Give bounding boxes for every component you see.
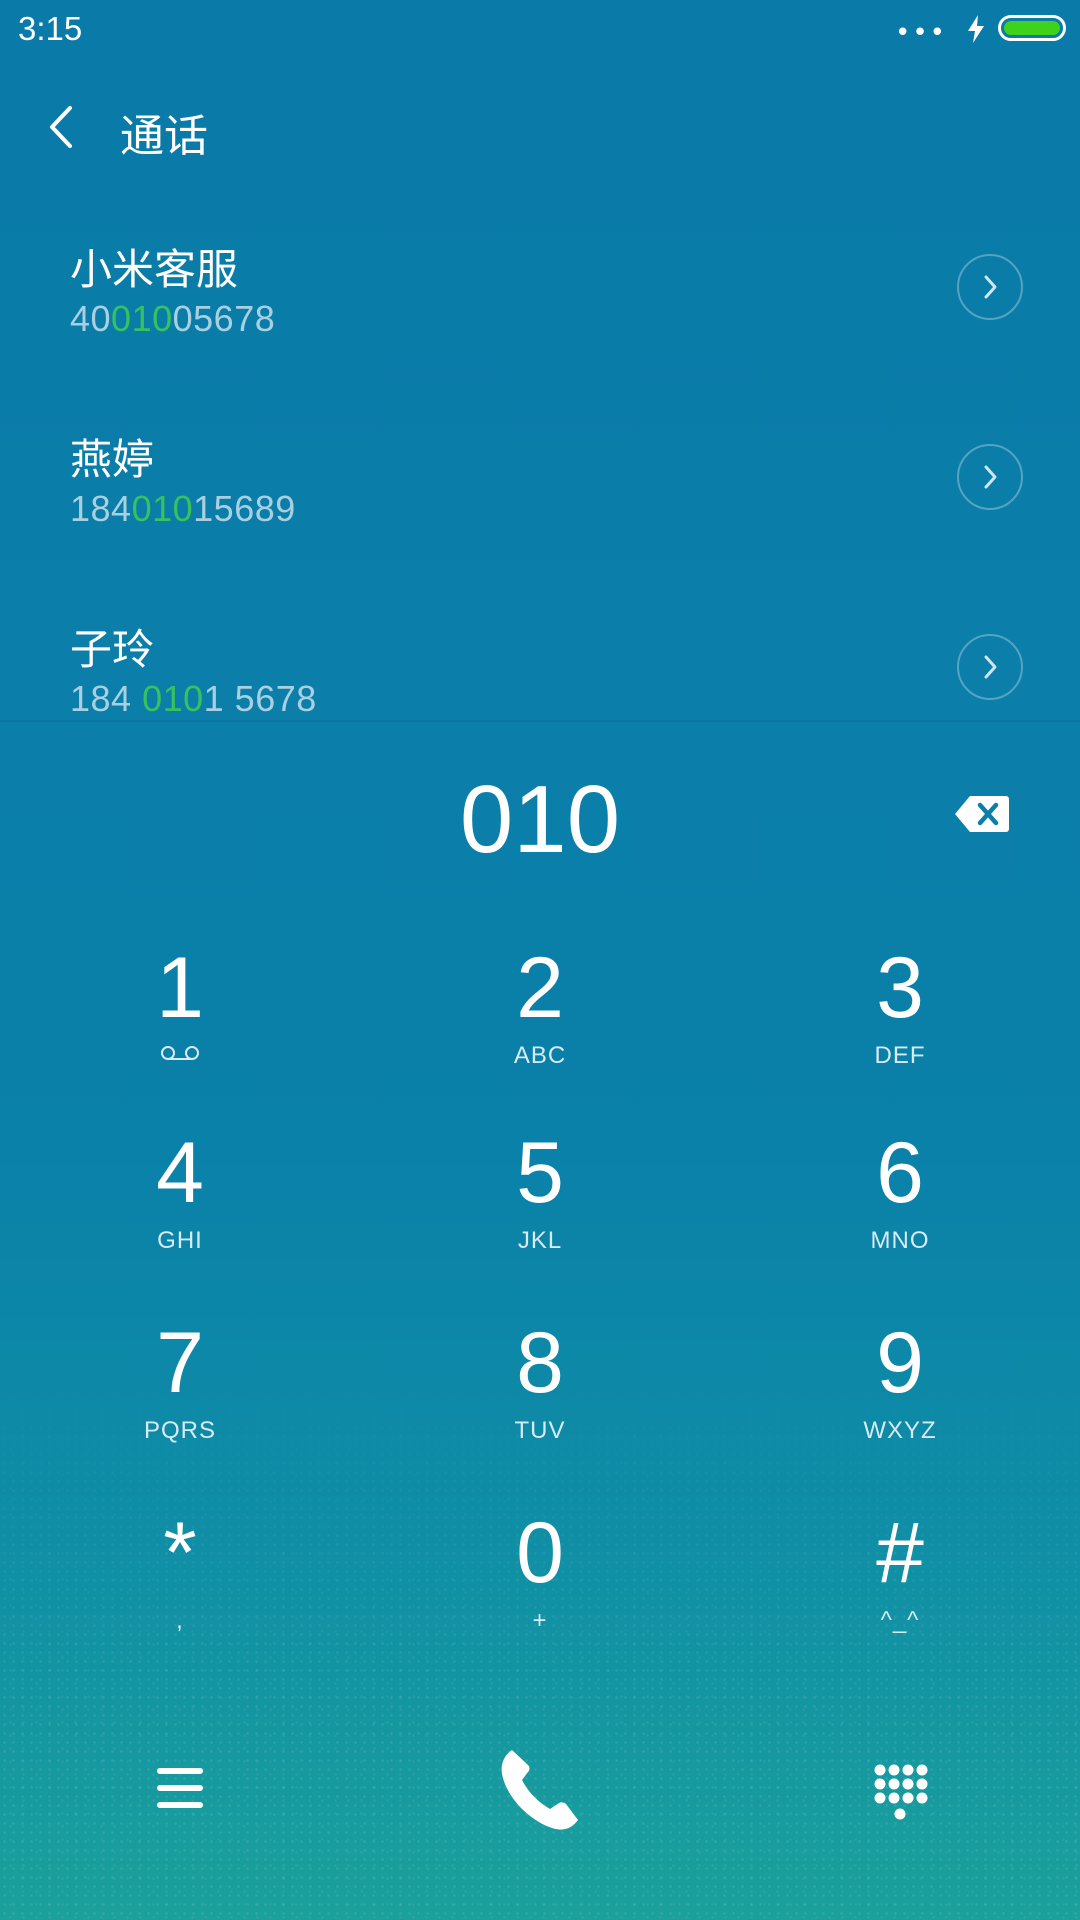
key-letters: PQRS xyxy=(143,1417,216,1444)
match-highlight: 010 xyxy=(142,678,204,719)
key-digit: 3 xyxy=(876,940,924,1036)
key-letters: TUV xyxy=(514,1417,566,1444)
dialed-number: 010 xyxy=(459,766,621,873)
phone-call-icon xyxy=(501,1750,578,1830)
divider xyxy=(0,720,1080,722)
contact-number: 18401015689 xyxy=(70,488,296,529)
contact-detail-button[interactable] xyxy=(957,634,1023,700)
key-6[interactable]: 6 MNO xyxy=(750,1125,1050,1295)
key-letters: MNO xyxy=(870,1227,930,1254)
key-0[interactable]: 0 + xyxy=(390,1505,690,1675)
key-hash[interactable]: # ^_^ xyxy=(750,1505,1050,1675)
more-dots-icon: ••• xyxy=(894,18,947,48)
key-digit: 7 xyxy=(156,1315,204,1411)
key-8[interactable]: 8 TUV xyxy=(390,1315,690,1485)
page-title: 通话 xyxy=(120,111,208,162)
key-letters: + xyxy=(532,1607,548,1634)
contact-number: 4001005678 xyxy=(70,298,276,339)
voicemail-icon xyxy=(30,1042,330,1070)
battery-icon xyxy=(998,15,1066,41)
key-7[interactable]: 7 PQRS xyxy=(30,1315,330,1485)
contact-detail-button[interactable] xyxy=(957,444,1023,510)
delete-button[interactable] xyxy=(954,794,1010,834)
contact-number: 184 0101 5678 xyxy=(70,678,317,719)
key-letters: GHI xyxy=(157,1227,203,1254)
key-letters: , xyxy=(176,1607,184,1634)
key-3[interactable]: 3 DEF xyxy=(750,940,1050,1110)
key-digit: 5 xyxy=(516,1125,564,1221)
backspace-icon xyxy=(955,796,1009,832)
key-digit: # xyxy=(876,1505,924,1601)
chevron-right-icon xyxy=(984,465,997,489)
key-star[interactable]: * , xyxy=(30,1505,330,1675)
menu-icon xyxy=(157,1768,203,1808)
dial-input-row: 010 xyxy=(0,760,1080,880)
key-digit: 9 xyxy=(876,1315,924,1411)
contact-name: 小米客服 xyxy=(70,245,239,294)
key-digit: 4 xyxy=(156,1125,204,1221)
contact-name: 燕婷 xyxy=(70,435,155,484)
key-letters: WXYZ xyxy=(863,1417,937,1444)
dialpad-toggle-button[interactable] xyxy=(872,1762,928,1824)
contact-suggestions: 小米客服 4001005678 燕婷 18401015689 子玲 184 01… xyxy=(0,200,1080,720)
key-digit: 1 xyxy=(156,940,204,1036)
key-digit: 2 xyxy=(516,940,564,1036)
header: 通话 xyxy=(0,86,1080,170)
call-button[interactable] xyxy=(490,1740,590,1840)
key-digit: 0 xyxy=(516,1505,564,1601)
status-time: 3:15 xyxy=(18,10,83,47)
key-9[interactable]: 9 WXYZ xyxy=(750,1315,1050,1485)
key-digit: * xyxy=(163,1505,197,1601)
key-letters: JKL xyxy=(517,1227,563,1254)
key-2[interactable]: 2 ABC xyxy=(390,940,690,1110)
key-5[interactable]: 5 JKL xyxy=(390,1125,690,1295)
key-letters: ^_^ xyxy=(880,1607,920,1634)
key-digit: 6 xyxy=(876,1125,924,1221)
dialpad-icon xyxy=(874,1764,928,1820)
contact-item[interactable]: 燕婷 18401015689 xyxy=(0,390,1080,570)
contact-name: 子玲 xyxy=(70,625,155,674)
menu-button[interactable] xyxy=(155,1764,205,1812)
contact-detail-button[interactable] xyxy=(957,254,1023,320)
contact-item[interactable]: 小米客服 4001005678 xyxy=(0,200,1080,380)
key-digit: 8 xyxy=(516,1315,564,1411)
charging-bolt-icon xyxy=(966,14,986,48)
back-button[interactable] xyxy=(40,100,88,154)
status-bar: 3:15 ••• xyxy=(0,0,1080,62)
bottom-bar xyxy=(0,1740,1080,1840)
contact-item[interactable]: 子玲 184 0101 5678 xyxy=(0,580,1080,760)
key-1[interactable]: 1 xyxy=(30,940,330,1110)
back-arrow-icon xyxy=(50,106,72,148)
match-highlight: 010 xyxy=(131,488,194,529)
key-4[interactable]: 4 GHI xyxy=(30,1125,330,1295)
chevron-right-icon xyxy=(984,655,997,679)
key-letters: ABC xyxy=(513,1042,567,1069)
key-letters: DEF xyxy=(874,1042,926,1069)
match-highlight: 010 xyxy=(111,298,173,339)
chevron-right-icon xyxy=(984,275,997,299)
